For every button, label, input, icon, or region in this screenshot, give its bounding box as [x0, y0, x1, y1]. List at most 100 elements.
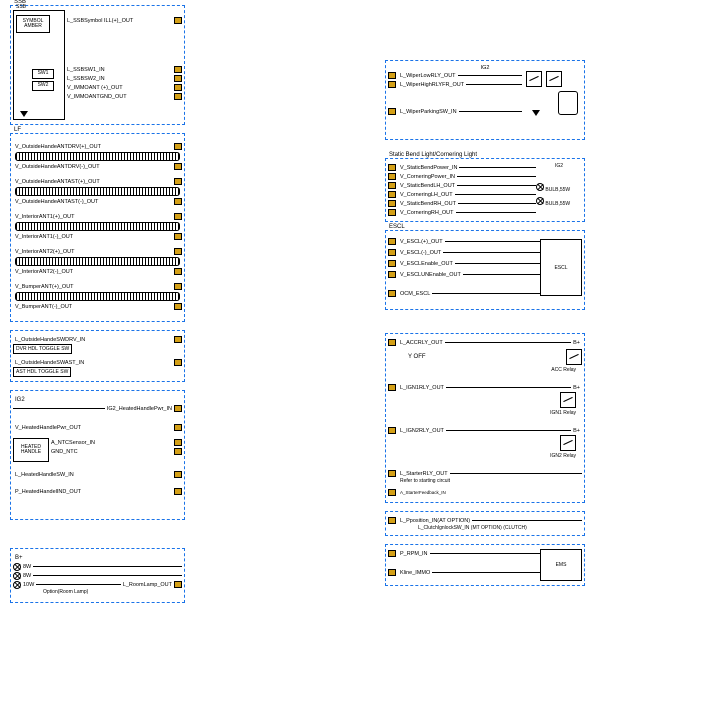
- ssb-sig-immoantgnd: V_IMMOANTGND_OUT: [65, 94, 129, 100]
- relay-icon: [560, 392, 576, 408]
- lamp-8w-a: 8W: [21, 564, 33, 570]
- connector-pin: [174, 359, 182, 366]
- ssb-sig-immoant: V_IMMOANT (+)_OUT: [65, 85, 125, 91]
- connector-pin: [388, 517, 396, 524]
- lamp-10w: 10W: [21, 582, 36, 588]
- ign1rly-sig: L_IGN1RLY_OUT: [398, 385, 446, 391]
- connector-pin: [174, 248, 182, 255]
- connector-pin: [174, 84, 182, 91]
- lf-sig: V_InteriorANT1(+)_OUT: [13, 214, 76, 220]
- sbcl-title: Static Bend Light/Cornering Light: [388, 152, 478, 158]
- lf-sig: V_OutsideHandeANTDRV(+)_OUT: [13, 144, 103, 150]
- sbcl-bulb-a: BULB,55W: [545, 187, 570, 193]
- connector-pin: [388, 489, 396, 496]
- relays-bplus: B+: [571, 340, 582, 346]
- antenna-coil-icon: [15, 257, 180, 266]
- wiper-high-sig: L_WiperHighRLYFR_OUT: [398, 82, 466, 88]
- ssb-sig-sw1: L_SSBSW1_IN: [65, 67, 107, 73]
- connector-pin: [388, 200, 396, 207]
- lf-block: LF V_OutsideHandeANTDRV(+)_OUTV_OutsideH…: [10, 133, 185, 322]
- sw2-box: SW2: [32, 81, 54, 91]
- connector-pin: [388, 249, 396, 256]
- bplus-label: B+: [15, 555, 182, 561]
- connector-pin: [388, 164, 396, 171]
- connector-pin: [174, 143, 182, 150]
- connector-pin: [388, 569, 396, 576]
- sbcl-sig: V_StaticBendPower_IN: [398, 165, 459, 171]
- antenna-coil-icon: [15, 222, 180, 231]
- bulb-icon: [13, 572, 21, 580]
- connector-pin: [388, 238, 396, 245]
- relays-bplus3: B+: [571, 428, 582, 434]
- ssb-sig-sw2: L_SSBSW2_IN: [65, 76, 107, 82]
- ign2rly-sig: L_IGN2RLY_OUT: [398, 428, 446, 434]
- pposition-block: L_Pposition_IN(AT OPTION) L_ClutchIgnloc…: [385, 511, 585, 536]
- ign1-relay-name: IGN1 Relay: [388, 410, 576, 416]
- escl-box: ESCL: [540, 239, 582, 296]
- sbcl-sig: V_StaticBendRH_OUT: [398, 201, 458, 207]
- escl-title: ESCL: [388, 224, 406, 230]
- lamp-option-note: Option(Room Lamp): [43, 589, 182, 595]
- escl-block: ESCL V_ESCL(+)_OUTV_ESCL(-)_OUTV_ESCLEna…: [385, 230, 585, 310]
- escl-sig: OCM_ESCL: [398, 291, 432, 297]
- lf-sig: V_BumperANT(+)_OUT: [13, 284, 76, 290]
- connector-pin: [174, 439, 182, 446]
- connector-pin: [174, 66, 182, 73]
- connector-pin: [174, 488, 182, 495]
- sbcl-sig: V_StaticBendLH_OUT: [398, 183, 457, 189]
- antenna-coil-icon: [15, 292, 180, 301]
- connector-pin: [388, 173, 396, 180]
- ems-block: P_RPM_IN Kline_IMMO EMS: [385, 544, 585, 586]
- connector-pin: [388, 81, 396, 88]
- connector-pin: [388, 191, 396, 198]
- escl-sig: V_ESCLUNEnable_OUT: [398, 272, 463, 278]
- lf-sig: V_BumperANT(-)_OUT: [13, 304, 74, 310]
- connector-pin: [388, 271, 396, 278]
- bulb-icon: [536, 197, 544, 205]
- roomlamp-sig: L_RoomLamp_OUT: [121, 582, 174, 588]
- accrly-sig: L_ACCRLY_OUT: [398, 340, 445, 346]
- ssb-block: SSB SSB SYMBOL AMBER SW1 SW2 L_SSBSymbol…: [10, 5, 185, 125]
- connector-pin: [388, 72, 396, 79]
- lamp-8w-b: 8W: [21, 573, 33, 579]
- relays-block: L_ACCRLY_OUTB+ Y OFF ACC Relay L_IGN1RLY…: [385, 333, 585, 503]
- ground-icon: [20, 111, 28, 117]
- amber-label: AMBER: [24, 24, 42, 30]
- connector-pin: [388, 470, 396, 477]
- bulb-icon: [13, 563, 21, 571]
- ntc-sig: A_NTCSensor_IN: [49, 440, 97, 446]
- ign2-relay-name: IGN2 Relay: [388, 453, 576, 459]
- connector-pin: [174, 303, 182, 310]
- connector-pin: [174, 581, 182, 588]
- ig2-label: IG2: [15, 397, 182, 403]
- toggle-block: L_OutsideHandeSWDRV_IN DVR HDL TOGGLE SW…: [10, 330, 185, 382]
- wiring-diagram: SSB SSB SYMBOL AMBER SW1 SW2 L_SSBSymbol…: [0, 0, 701, 709]
- relay-icon: [560, 435, 576, 451]
- lf-sig: V_InteriorANT2(-)_OUT: [13, 269, 75, 275]
- dvr-toggle-box: DVR HDL TOGGLE SW: [13, 344, 72, 354]
- antenna-coil-icon: [15, 187, 180, 196]
- wiper-low-sig: L_WiperLowRLY_OUT: [398, 73, 458, 79]
- lamp-block: B+ 8W 8W 10W L_RoomLamp_OUT Option(Room L…: [10, 548, 185, 603]
- relay-icon: [566, 349, 582, 365]
- connector-pin: [174, 336, 182, 343]
- bulb-icon: [13, 581, 21, 589]
- sbcl-sig: V_CorneringPower_IN: [398, 174, 457, 180]
- toggle-sig-ast: L_OutsideHandeSWAST_IN: [13, 360, 86, 366]
- connector-pin: [174, 448, 182, 455]
- connector-pin: [174, 424, 182, 431]
- ast-toggle-box: AST HDL TOGGLE SW: [13, 367, 71, 377]
- lf-sig: V_InteriorANT1(-)_OUT: [13, 234, 75, 240]
- heated-sw-sig: L_HeatedHandleSW_IN: [13, 472, 76, 478]
- sbcl-bulb-b: BULB,55W: [545, 201, 570, 207]
- connector-pin: [388, 290, 396, 297]
- yoff-label: Y OFF: [408, 354, 426, 360]
- bulb-icon: [536, 183, 544, 191]
- antenna-coil-icon: [15, 152, 180, 161]
- wiper-block: IG2 L_WiperLowRLY_OUT L_WiperHighRLYFR_O…: [385, 60, 585, 140]
- heated-sig-pwrout: V_HeatedHandlePwr_OUT: [13, 425, 83, 431]
- lf-sig: V_OutsideHandeANTAST(+)_OUT: [13, 179, 102, 185]
- lf-sig: V_InteriorANT2(+)_OUT: [13, 249, 76, 255]
- connector-pin: [174, 93, 182, 100]
- motor-icon: [558, 91, 578, 115]
